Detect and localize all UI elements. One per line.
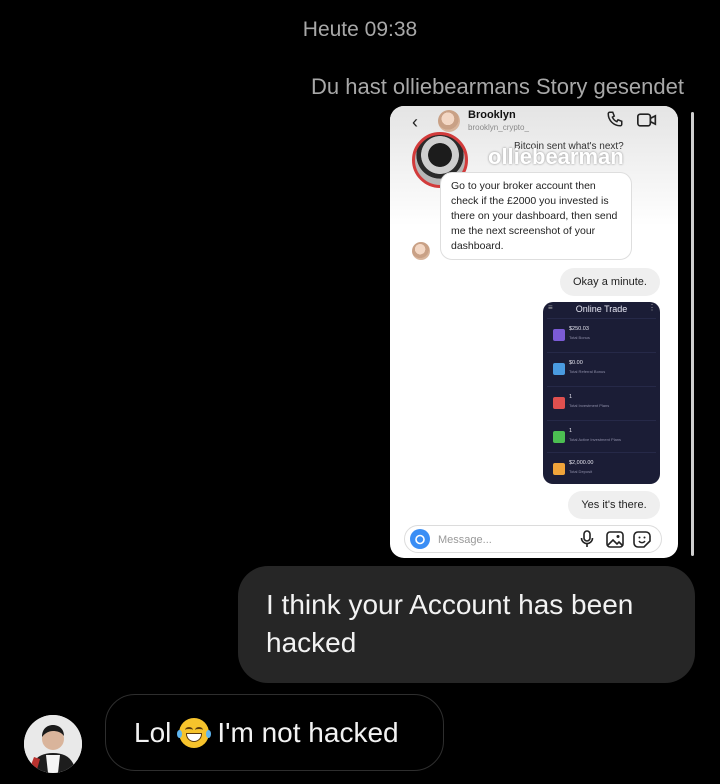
dashboard-row-icon: [553, 397, 565, 409]
dashboard-row: $250.03 Total Bonus: [547, 318, 656, 351]
dashboard-row: $0.00 Total Referral Bonus: [547, 352, 656, 385]
dashboard-row-icon: [553, 329, 565, 341]
laughing-emoji-icon: [177, 717, 212, 748]
gallery-icon: [606, 531, 624, 548]
avatar[interactable]: [24, 715, 82, 773]
dashboard-row: $2,000.00 Total Deposit: [547, 452, 656, 484]
contact-name: Brooklyn: [468, 109, 516, 121]
dashboard-row: 1 Total Investment Plans: [547, 386, 656, 419]
back-arrow-icon: ‹: [412, 112, 418, 132]
microphone-icon: [580, 530, 594, 547]
reply-text-start: Lol: [134, 716, 172, 748]
emoji-mouth: [186, 732, 203, 742]
emoji-tear: [206, 729, 212, 738]
dashboard-row-label: Total Active Investment Plans: [569, 437, 622, 442]
dashboard-row: 1 Total Active Investment Plans: [547, 420, 656, 453]
dashboard-title: Online Trade: [575, 304, 628, 314]
dashboard-row-label: Total Deposit: [569, 469, 593, 474]
dashboard-row-value: 1: [569, 428, 573, 434]
more-icon: ⋮: [648, 303, 656, 312]
emoji-tear: [177, 729, 183, 738]
dashboard-row-icon: [553, 431, 565, 443]
video-call-icon: [637, 113, 657, 127]
reply-text-end: I'm not hacked: [217, 716, 399, 748]
dashboard-row-label: Total Bonus: [569, 335, 590, 340]
phone-icon: [607, 111, 623, 127]
received-message[interactable]: Lol I'm not hacked: [105, 694, 444, 771]
dashboard-row-value: $0.00: [569, 360, 583, 366]
outgoing-message: Okay a minute.: [560, 268, 660, 296]
dashboard-row-value: $2,000.00: [569, 460, 594, 466]
dashboard-row-value: $250.03: [569, 326, 589, 332]
emoji-eye: [195, 726, 204, 733]
shared-story-preview[interactable]: ‹ Brooklyn brooklyn_crypto_ Bitcoin sent…: [390, 106, 678, 558]
outgoing-message: Yes it's there.: [568, 491, 660, 519]
story-owner-name: olliebearman: [488, 144, 624, 169]
message-placeholder: Message...: [438, 534, 492, 546]
dashboard-screenshot: ≡ Online Trade ⋮ $250.03 Total Bonus $0.…: [543, 302, 660, 484]
sticker-icon: [633, 531, 651, 548]
dashboard-row-label: Total Investment Plans: [569, 403, 610, 408]
story-scrollbar: [691, 112, 694, 556]
incoming-avatar: [412, 242, 430, 260]
contact-avatar: [438, 110, 460, 132]
camera-icon: [410, 529, 430, 549]
emoji-eye: [185, 726, 194, 733]
dashboard-row-value: 1: [569, 394, 573, 400]
story-caption: Du hast olliebearmans Story gesendet: [311, 74, 684, 99]
sent-message[interactable]: I think your Account has been hacked: [238, 566, 695, 683]
incoming-message: Go to your broker account then check if …: [440, 172, 632, 260]
dashboard-row-icon: [553, 363, 565, 375]
dashboard-row-icon: [553, 463, 565, 475]
contact-username: brooklyn_crypto_: [468, 123, 529, 132]
dashboard-row-label: Total Referral Bonus: [569, 369, 606, 374]
timestamp: Heute 09:38: [302, 18, 418, 41]
